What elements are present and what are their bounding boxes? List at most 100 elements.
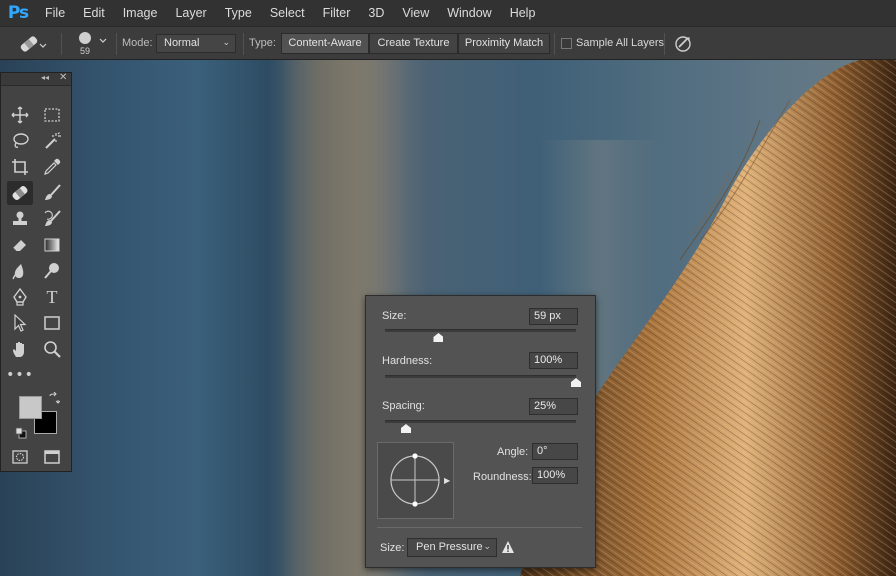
play-right-icon: ▶ [444,476,451,485]
brush-tool[interactable] [39,181,65,205]
magic-wand-tool[interactable] [39,129,65,153]
brush-shape-icon [390,453,440,507]
path-selection-tool[interactable] [7,311,33,335]
menu-filter[interactable]: Filter [314,0,360,26]
move-tool[interactable] [7,103,33,127]
angle-label: Angle: [497,446,529,458]
gradient-icon [44,238,60,252]
size-input[interactable]: 59 px [529,308,578,325]
menu-image[interactable]: Image [114,0,167,26]
lasso-icon [13,133,29,148]
sample-all-layers-label: Sample All Layers [576,37,665,49]
brush-settings-popup: Size: 59 px Hardness: 100% Spacing: 25% … [365,295,596,568]
spacing-label: Spacing: [382,400,425,412]
brush-angle-preview[interactable] [377,442,454,519]
hardness-slider-track[interactable] [385,375,576,378]
close-icon[interactable]: ✕ [59,72,67,83]
magic-wand-icon [45,132,61,149]
screen-mode-icon [44,450,60,464]
swap-colors-icon[interactable] [48,391,61,404]
pen-tool[interactable] [7,285,33,309]
rectangle-tool[interactable] [39,311,65,335]
hand-tool[interactable] [7,337,33,361]
tool-preset-picker[interactable] [18,33,48,55]
chevron-down-icon: ⌄ [222,37,230,47]
rectangle-icon [44,316,60,330]
spacing-input[interactable]: 25% [529,398,578,415]
dodge-icon [44,263,59,279]
pen-icon [13,288,27,306]
spacing-slider-track[interactable] [385,420,576,423]
tools-panel: ◂◂ ✕ T ••• [0,72,72,472]
angle-input[interactable]: 0° [532,443,578,460]
gradient-tool[interactable] [39,233,65,257]
eraser-icon [12,240,26,252]
mode-select[interactable]: Normal ⌄ [156,34,236,53]
brush-picker[interactable]: 59 [75,30,113,58]
dodge-tool[interactable] [39,259,65,283]
mode-select-value: Normal [164,37,200,49]
size-control-select[interactable]: Pen Pressure ⌄ [407,538,497,557]
brush-size-value: 59 [80,46,91,56]
chevron-down-icon: ⌄ [483,541,491,551]
menu-help[interactable]: Help [501,0,545,26]
foreground-color-swatch[interactable] [19,396,42,419]
clone-stamp-tool[interactable] [7,207,33,231]
menu-3d[interactable]: 3D [359,0,393,26]
size-slider-track[interactable] [385,329,576,332]
pressure-icon [675,36,691,52]
move-icon [11,106,29,124]
sample-all-layers-checkbox[interactable] [561,38,572,49]
edit-toolbar-button[interactable]: ••• [6,363,34,387]
bandage-icon [12,186,28,200]
size-control-label: Size: [380,542,405,554]
menu-file[interactable]: File [36,0,74,26]
history-brush-tool[interactable] [39,207,65,231]
type-tool[interactable]: T [39,285,65,309]
size-label: Size: [382,310,407,322]
type-proximity-match-button[interactable]: Proximity Match [458,33,550,54]
menu-layer[interactable]: Layer [166,0,215,26]
menu-view[interactable]: View [393,0,438,26]
more-icon: ••• [6,367,34,383]
menu-select[interactable]: Select [261,0,314,26]
divider [377,527,582,528]
default-colors-icon[interactable] [15,427,27,439]
blur-tool[interactable] [7,259,33,283]
app-logo: Ps [7,3,29,23]
marquee-tool[interactable] [39,103,65,127]
brush-icon [45,184,61,200]
menu-window[interactable]: Window [438,0,500,26]
hardness-label: Hardness: [382,355,433,367]
quick-mask-button[interactable] [7,445,33,469]
spot-healing-brush-tool[interactable] [7,181,33,205]
menu-type[interactable]: Type [216,0,261,26]
menu-edit[interactable]: Edit [74,0,114,26]
lasso-tool[interactable] [7,129,33,153]
arrow-pointer-icon [14,314,27,332]
crop-tool[interactable] [7,155,33,179]
size-control-value: Pen Pressure [416,541,483,553]
roundness-input[interactable]: 100% [532,467,578,484]
pressure-size-button[interactable] [672,33,694,55]
zoom-tool[interactable] [39,337,65,361]
type-icon: T [46,286,58,307]
history-brush-icon [44,210,61,226]
stamp-icon [13,211,27,225]
eyedropper-icon [44,158,61,175]
rectangular-marquee-icon [44,108,60,122]
blur-drop-icon [12,264,24,280]
tools-panel-header[interactable]: ◂◂ ✕ [1,72,71,86]
mode-label: Mode: [122,37,153,49]
menu-bar: Ps File Edit Image Layer Type Select Fil… [0,0,896,26]
eraser-tool[interactable] [7,233,33,257]
eyedropper-tool[interactable] [39,155,65,179]
type-content-aware-button[interactable]: Content-Aware [281,33,369,54]
quick-mask-icon [12,450,28,464]
type-create-texture-button[interactable]: Create Texture [369,33,458,54]
type-label: Type: [249,37,276,49]
screen-mode-button[interactable] [39,445,65,469]
collapse-icon[interactable]: ◂◂ [41,73,49,82]
roundness-label: Roundness: [473,471,532,483]
hardness-input[interactable]: 100% [529,352,578,369]
